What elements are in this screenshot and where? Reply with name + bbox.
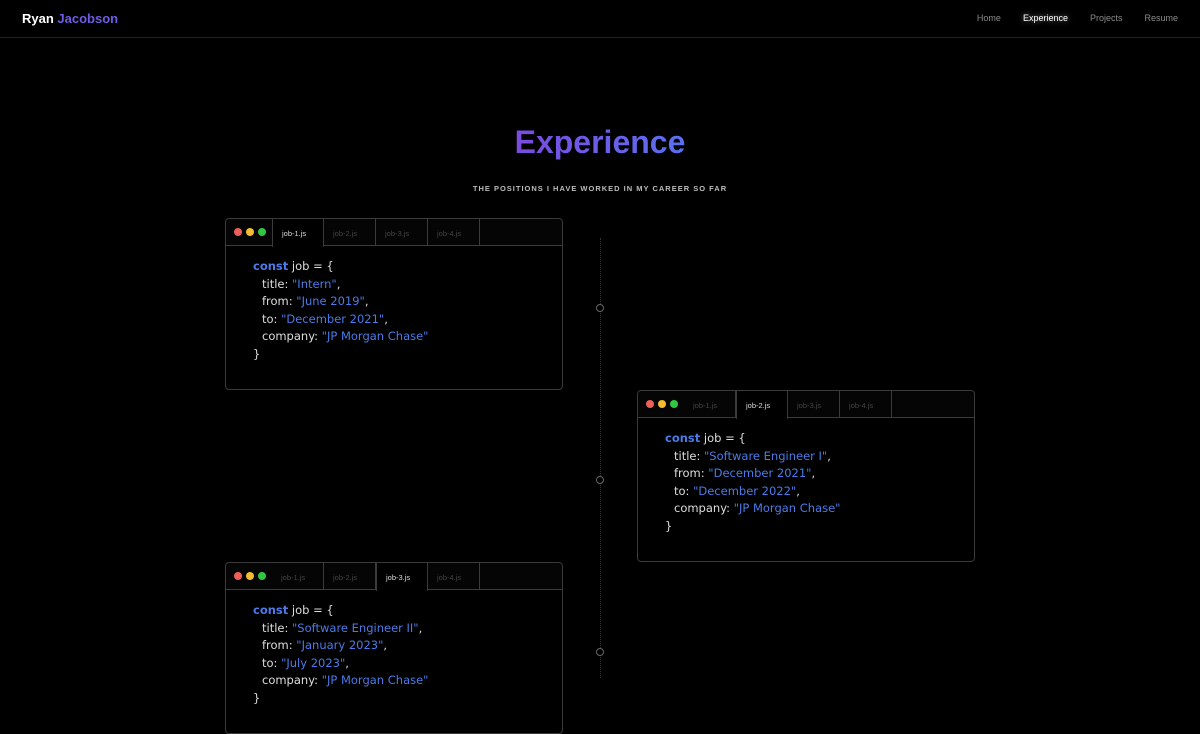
code-block: const job = { title: "Software Engineer … (638, 418, 974, 536)
code-line-title: title: "Software Engineer II", (262, 620, 423, 635)
nav-home[interactable]: Home (977, 13, 1001, 23)
window-controls (638, 391, 684, 417)
tab-job-1[interactable]: job-1.js (272, 219, 324, 247)
page-title-text: Experience (514, 124, 686, 160)
brand-first: Ryan (22, 11, 54, 26)
code-keyword: const (665, 431, 701, 445)
code-key: from: (674, 466, 709, 481)
code-key: to: (262, 311, 282, 326)
maximize-dot-icon[interactable] (258, 572, 266, 580)
brand-logo[interactable]: Ryan Jacobson (22, 11, 118, 26)
tab-job-4[interactable]: job-4.js (428, 563, 480, 589)
header: Ryan Jacobson Home Experience Projects R… (0, 0, 1200, 38)
code-block: const job = { title: "Software Engineer … (226, 590, 562, 708)
nav-experience[interactable]: Experience (1023, 13, 1068, 23)
code-line-to: to: "July 2023", (262, 655, 349, 670)
tab-job-1[interactable]: job-1.js (684, 391, 736, 417)
code-line-title: title: "Intern", (262, 276, 341, 291)
window-titlebar: job-1.js job-2.js job-3.js job-4.js (226, 563, 562, 591)
tab-job-2[interactable]: job-2.js (736, 391, 788, 419)
code-key: company: (674, 501, 734, 516)
close-dot-icon[interactable] (234, 572, 242, 580)
timeline-dot (596, 648, 604, 656)
window-controls (226, 563, 272, 589)
code-value-to: "December 2022" (693, 483, 797, 498)
timeline-dot (596, 476, 604, 484)
job-card: job-1.js job-2.js job-3.js job-4.js const j… (225, 562, 563, 734)
code-line-company: company: "JP Morgan Chase" (665, 500, 974, 518)
tab-job-2[interactable]: job-2.js (324, 563, 376, 589)
code-key: to: (262, 655, 282, 670)
code-value-from: "June 2019" (296, 294, 365, 309)
code-value-company: "JP Morgan Chase" (321, 329, 429, 344)
code-key: company: (262, 329, 322, 344)
code-var: job = { (288, 603, 334, 617)
code-line-title: title: "Software Engineer I", (674, 448, 831, 463)
tab-job-4[interactable]: job-4.js (840, 391, 892, 417)
code-close: } (253, 690, 261, 705)
job-card: job-1.js job-2.js job-3.js job-4.js const j… (225, 218, 563, 390)
nav: Home Experience Projects Resume (977, 13, 1178, 23)
code-value-to: "December 2021" (281, 311, 385, 326)
code-line-to: to: "December 2021", (262, 311, 388, 326)
close-dot-icon[interactable] (646, 400, 654, 408)
window-controls (226, 219, 272, 245)
tab-job-3[interactable]: job-3.js (788, 391, 840, 417)
tab-job-4[interactable]: job-4.js (428, 219, 480, 245)
job-card: job-1.js job-2.js job-3.js job-4.js const j… (637, 390, 975, 562)
code-value-title: "Software Engineer II" (292, 620, 419, 635)
code-key: from: (262, 294, 297, 309)
code-line-to: to: "December 2022", (674, 483, 800, 498)
code-close: } (665, 518, 673, 533)
window-titlebar: job-1.js job-2.js job-3.js job-4.js (638, 391, 974, 419)
tab-job-1[interactable]: job-1.js (272, 563, 324, 589)
minimize-dot-icon[interactable] (246, 228, 254, 236)
close-dot-icon[interactable] (234, 228, 242, 236)
maximize-dot-icon[interactable] (258, 228, 266, 236)
minimize-dot-icon[interactable] (246, 572, 254, 580)
code-key: title: (674, 448, 705, 463)
code-value-to: "July 2023" (281, 655, 346, 670)
tab-job-3[interactable]: job-3.js (376, 219, 428, 245)
code-keyword: const (253, 603, 289, 617)
nav-projects[interactable]: Projects (1090, 13, 1123, 23)
tab-job-3[interactable]: job-3.js (376, 563, 428, 591)
code-line-from: from: "January 2023", (262, 638, 388, 653)
code-value-from: "January 2023" (296, 638, 384, 653)
timeline-dot (596, 304, 604, 312)
minimize-dot-icon[interactable] (658, 400, 666, 408)
code-value-from: "December 2021" (708, 466, 812, 481)
code-key: title: (262, 620, 293, 635)
code-line-from: from: "December 2021", (674, 466, 816, 481)
page-subtitle: THE POSITIONS I HAVE WORKED IN MY CAREER… (472, 184, 728, 193)
code-line-company: company: "JP Morgan Chase" (253, 672, 562, 690)
code-value-title: "Software Engineer I" (704, 448, 828, 463)
nav-resume[interactable]: Resume (1144, 13, 1178, 23)
code-key: title: (262, 276, 293, 291)
code-var: job = { (700, 431, 746, 445)
code-var: job = { (288, 259, 334, 273)
brand-last: Jacobson (57, 11, 119, 26)
code-key: company: (262, 673, 322, 688)
code-value-company: "JP Morgan Chase" (733, 501, 841, 516)
page-title: Experience (0, 124, 1200, 161)
code-line-from: from: "June 2019", (262, 294, 369, 309)
code-key: from: (262, 638, 297, 653)
code-value-company: "JP Morgan Chase" (321, 673, 429, 688)
code-line-company: company: "JP Morgan Chase" (253, 328, 562, 346)
code-keyword: const (253, 259, 289, 273)
code-block: const job = { title: "Intern", from: "Jun… (226, 246, 562, 364)
window-titlebar: job-1.js job-2.js job-3.js job-4.js (226, 219, 562, 247)
code-key: to: (674, 483, 694, 498)
tab-job-2[interactable]: job-2.js (324, 219, 376, 245)
maximize-dot-icon[interactable] (670, 400, 678, 408)
code-value-title: "Intern" (292, 276, 337, 291)
code-close: } (253, 346, 261, 361)
